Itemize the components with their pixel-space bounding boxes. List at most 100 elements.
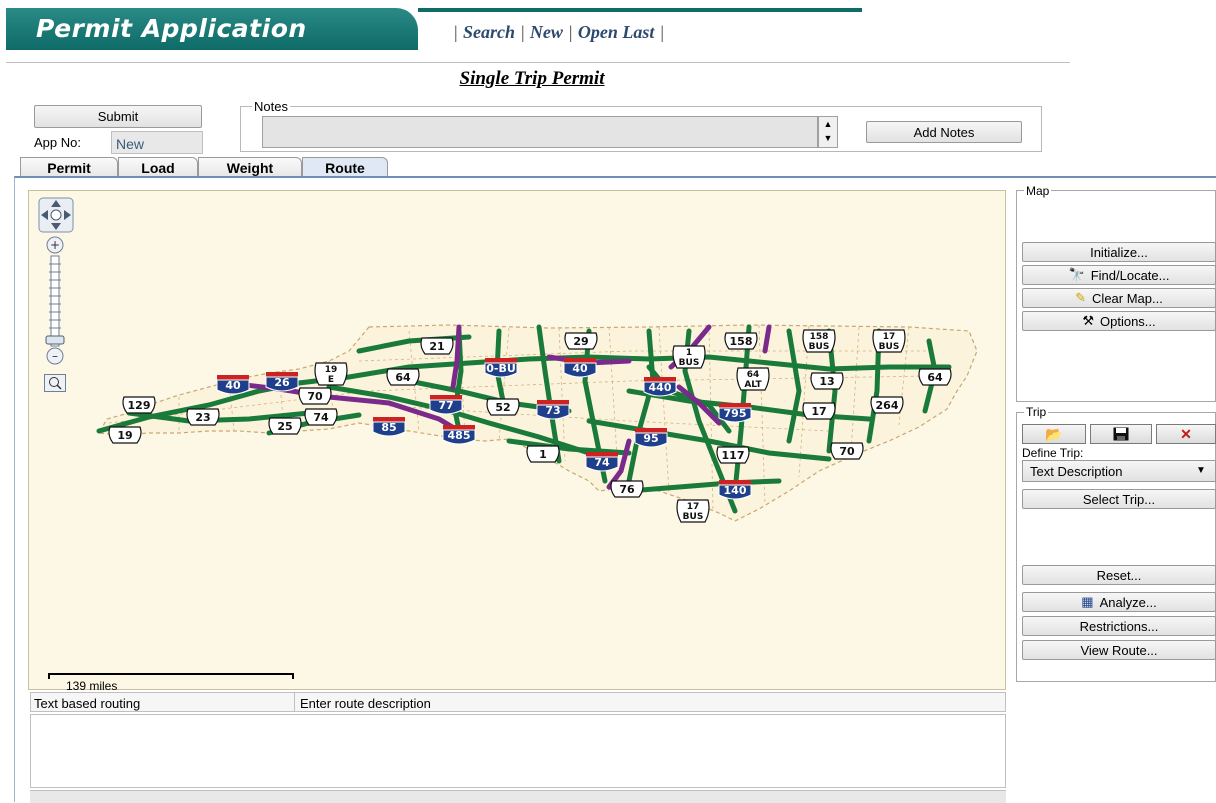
form-title: Single Trip Permit: [459, 68, 605, 89]
tab-permit[interactable]: Permit: [20, 157, 118, 177]
interstate-shield: 26: [265, 372, 299, 392]
zoom-slider[interactable]: + –: [44, 236, 66, 368]
header-accent-line: [418, 8, 862, 12]
us-route-shield: 52: [486, 398, 520, 416]
pan-center-icon[interactable]: [50, 209, 62, 221]
eraser-icon: ✎: [1075, 290, 1087, 305]
interstate-shield: 95: [634, 428, 668, 448]
map-legend: Map: [1024, 184, 1052, 198]
svg-text:–: –: [52, 349, 58, 363]
app-no-field[interactable]: New: [111, 131, 203, 154]
routing-scrollbar[interactable]: [30, 790, 1006, 803]
us-route-shield: 1: [526, 445, 560, 463]
nav-link-open-last[interactable]: Open Last: [578, 22, 655, 42]
define-trip-select[interactable]: Text Description: [1022, 460, 1216, 482]
us-route-shield-label: 64: [395, 371, 411, 384]
interstate-shield-label: 95: [643, 432, 658, 445]
routing-header: [30, 692, 1006, 712]
analyze-button[interactable]: ▦ Analyze...: [1022, 592, 1216, 612]
scroll-down-icon[interactable]: ▼: [819, 131, 837, 145]
us-route-shield-label: BUS: [809, 342, 830, 352]
us-route-shield: 76: [610, 480, 644, 498]
app-no-label: App No:: [34, 135, 81, 150]
open-folder-icon[interactable]: 📂: [1022, 424, 1086, 444]
us-route-shield-label: 129: [128, 399, 151, 412]
initialize-label: Initialize...: [1090, 244, 1148, 260]
us-route-shield-label: 64: [747, 370, 760, 380]
us-route-shield-label: 19: [325, 365, 338, 375]
us-route-shield-label: 70: [307, 390, 323, 403]
us-route-shield: 158: [724, 332, 758, 350]
submit-button[interactable]: Submit: [34, 105, 202, 128]
header-nav: | Search | New | Open Last |: [448, 22, 669, 43]
state-outline: [98, 324, 978, 522]
pan-control[interactable]: [38, 197, 74, 233]
nav-separator: |: [659, 22, 665, 42]
us-route-shield-label: 17: [687, 502, 700, 512]
us-route-shield: 17: [802, 402, 836, 420]
nav-link-search[interactable]: Search: [463, 22, 515, 42]
interstate-shield-label: 73: [545, 404, 560, 417]
interstate-shield-label: 85: [381, 421, 396, 434]
find-locate-label: Find/Locate...: [1090, 267, 1170, 283]
us-route-shield-label: 17: [883, 332, 896, 342]
interstate-shield: 795: [718, 403, 752, 423]
interstate-shield-label: 485: [448, 429, 471, 442]
interstate-shield: 40: [563, 358, 597, 378]
routing-description-input[interactable]: [30, 714, 1006, 788]
select-trip-button[interactable]: Select Trip...: [1022, 489, 1216, 509]
us-route-shield-label: 1: [539, 448, 547, 461]
tab-route[interactable]: Route: [302, 157, 388, 178]
interstate-shield: 74: [585, 452, 619, 472]
routing-col-description: Enter route description: [300, 696, 431, 711]
us-route-shield-label: 19: [117, 429, 132, 442]
find-locate-button[interactable]: 🔭 Find/Locate...: [1022, 265, 1216, 285]
notes-textarea[interactable]: [262, 116, 818, 148]
nav-separator: |: [519, 22, 525, 42]
app-title: Permit Application: [36, 14, 307, 43]
clear-map-button[interactable]: ✎ Clear Map...: [1022, 288, 1216, 308]
zoom-thumb[interactable]: [45, 335, 65, 345]
scroll-up-icon[interactable]: ▲: [819, 117, 837, 131]
svg-text:+: +: [50, 238, 60, 252]
reset-button[interactable]: Reset...: [1022, 565, 1216, 585]
options-button[interactable]: ⚒ Options...: [1022, 311, 1216, 331]
north-carolina-map[interactable]: 40 2677485854044073 79595741400-BU21 29 158 1…: [29, 191, 1006, 690]
us-route-shield-label: 23: [195, 411, 210, 424]
nav-separator: |: [567, 22, 573, 42]
nav-separator: |: [453, 22, 458, 42]
us-route-shield-label: BUS: [683, 512, 704, 522]
tab-weight[interactable]: Weight: [198, 157, 302, 177]
us-route-shield: 64ALT: [736, 367, 770, 391]
initialize-button[interactable]: Initialize...: [1022, 242, 1216, 262]
chevron-down-icon[interactable]: ▼: [1196, 465, 1206, 476]
restrictions-button[interactable]: Restrictions...: [1022, 616, 1216, 636]
routing-col-text-based: Text based routing: [34, 696, 141, 711]
notes-scrollbar[interactable]: ▲ ▼: [818, 116, 838, 148]
us-route-shield: 17BUS: [676, 499, 710, 523]
us-route-shield: 25: [268, 417, 302, 435]
delete-x-icon[interactable]: ✕: [1156, 424, 1216, 444]
options-label: Options...: [1100, 313, 1156, 329]
routing-col-divider: [294, 692, 295, 712]
view-route-button[interactable]: View Route...: [1022, 640, 1216, 660]
us-route-shield-label: BUS: [679, 358, 700, 368]
save-disk-icon[interactable]: [1090, 424, 1152, 444]
us-route-shield: 117: [716, 446, 750, 464]
us-route-shield: 129: [122, 396, 156, 414]
zoom-box-icon[interactable]: [44, 374, 66, 392]
us-route-shield: 19E: [314, 362, 348, 386]
route-map[interactable]: 40 26 77 485 85 40 440 73 795 95 74 140 0-BU 21 29 158 1…: [28, 190, 1006, 690]
us-route-shield-label: 70: [839, 445, 855, 458]
add-notes-button[interactable]: Add Notes: [866, 121, 1022, 143]
us-route-shield-label: E: [328, 375, 334, 385]
interstate-shield: 73: [536, 400, 570, 420]
clear-map-label: Clear Map...: [1092, 290, 1163, 306]
nav-link-new[interactable]: New: [530, 22, 563, 42]
interstate-shield-label: 26: [274, 376, 290, 389]
us-route-shield-label: 117: [722, 449, 745, 462]
tab-load[interactable]: Load: [118, 157, 198, 177]
scale-label: 139 miles: [66, 679, 118, 693]
interstate-shield-label: 74: [594, 456, 610, 469]
us-route-shield: 264: [870, 396, 904, 414]
